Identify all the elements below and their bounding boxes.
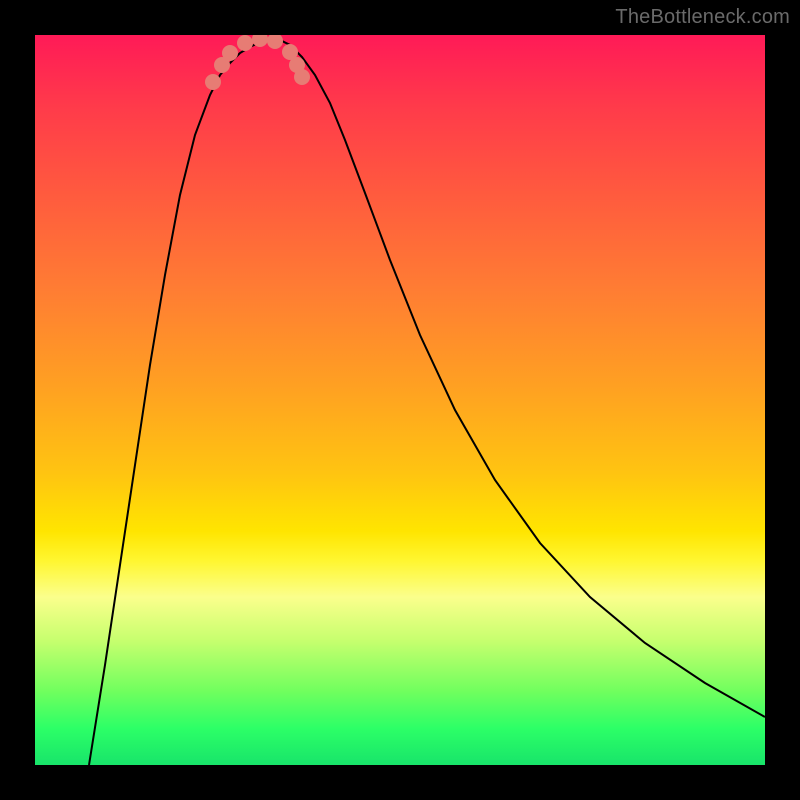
chart-frame: TheBottleneck.com	[0, 0, 800, 800]
marker-dot	[267, 35, 283, 49]
marker-dot	[237, 35, 253, 51]
watermark-text: TheBottleneck.com	[615, 6, 790, 29]
curve-markers	[205, 35, 310, 90]
bottleneck-curve-svg	[35, 35, 765, 765]
plot-area	[35, 35, 765, 765]
marker-dot	[205, 74, 221, 90]
marker-dot	[222, 45, 238, 61]
bottleneck-curve	[89, 39, 765, 765]
marker-dot	[294, 69, 310, 85]
